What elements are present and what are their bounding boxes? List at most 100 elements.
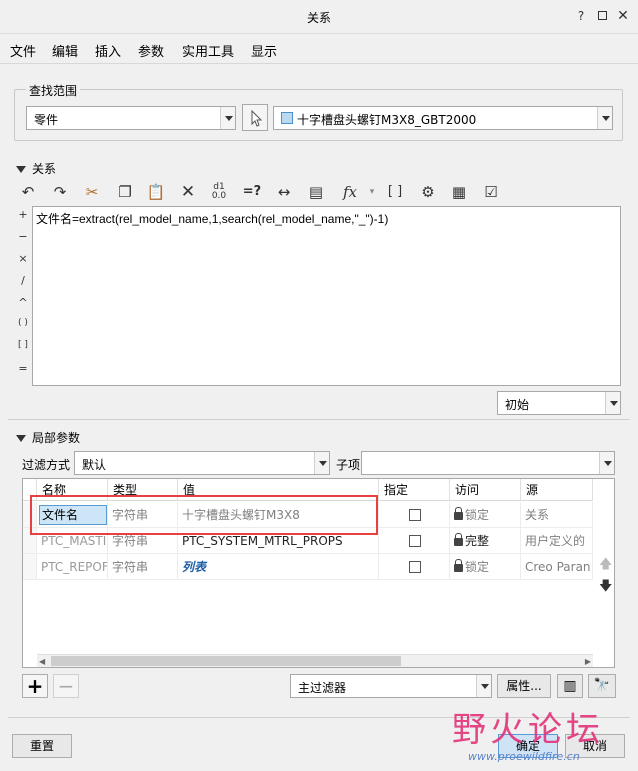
col-source[interactable]: 源: [521, 479, 593, 501]
check-icon[interactable]: ☑: [480, 182, 502, 202]
lock-icon: [454, 559, 463, 572]
measure-icon[interactable]: ↔: [273, 182, 295, 202]
op-brackets[interactable]: [ ]: [18, 340, 28, 350]
delete-icon[interactable]: ✕: [177, 182, 199, 202]
chevron-down-icon: [220, 107, 235, 129]
op-plus[interactable]: +: [18, 208, 28, 221]
designate-checkbox[interactable]: [409, 561, 421, 573]
scope-model-select[interactable]: 十字槽盘头螺钉M3X8_GBT2000: [273, 106, 613, 130]
move-down-icon[interactable]: 🡇: [599, 577, 612, 599]
verify-icon[interactable]: ⚙: [417, 182, 439, 202]
main-filter-value: 主过滤器: [298, 681, 347, 695]
col-access[interactable]: 访问: [450, 479, 521, 501]
op-parens[interactable]: ( ): [18, 318, 28, 328]
collapse-icon: [16, 166, 26, 173]
annotation-highlight-box: [30, 495, 378, 535]
binoculars-icon[interactable]: 🔭: [588, 674, 616, 698]
param-source[interactable]: Creo Paran: [521, 554, 593, 580]
menu-display[interactable]: 显示: [251, 41, 277, 60]
menu-utilities[interactable]: 实用工具: [182, 41, 234, 60]
lock-icon: [454, 507, 463, 520]
local-params-header[interactable]: 局部参数: [16, 429, 80, 446]
param-source[interactable]: 关系: [521, 502, 593, 528]
op-multiply[interactable]: ×: [18, 252, 28, 265]
select-pointer-button[interactable]: [242, 104, 268, 131]
menu-bar: 文件 编辑 插入 参数 实用工具 显示: [0, 36, 638, 62]
plus-icon: +: [26, 674, 44, 698]
op-minus[interactable]: −: [18, 230, 28, 243]
equals-icon[interactable]: =?: [241, 182, 263, 202]
watermark-logo: 野火论坛: [452, 710, 604, 750]
remove-param-button[interactable]: −: [53, 674, 79, 698]
reset-button[interactable]: 重置: [12, 734, 72, 758]
units-select[interactable]: 初始: [497, 391, 621, 415]
designate-cell: [379, 554, 450, 580]
sort-icon[interactable]: ▤: [305, 182, 327, 202]
designate-checkbox[interactable]: [409, 535, 421, 547]
relations-text: 文件名=extract(rel_model_name,1,search(rel_…: [36, 212, 389, 226]
scope-type-select[interactable]: 零件: [26, 106, 236, 130]
cursor-arrow-icon: [251, 109, 263, 127]
access-cell[interactable]: 锁定: [450, 502, 521, 528]
evaluate-icon[interactable]: d1 0.0: [208, 182, 230, 202]
subitem-select[interactable]: [361, 451, 615, 475]
properties-button[interactable]: 属性...: [497, 674, 551, 698]
menu-parameters[interactable]: 参数: [138, 41, 164, 60]
access-cell[interactable]: 锁定: [450, 554, 521, 580]
section-divider: [8, 419, 630, 420]
relations-header[interactable]: 关系: [16, 160, 56, 177]
move-up-icon[interactable]: 🡅: [599, 555, 612, 577]
cut-icon[interactable]: ✂: [81, 182, 103, 202]
help-button[interactable]: ?: [574, 9, 588, 23]
chevron-down-icon: [605, 392, 620, 414]
scope-type-value: 零件: [34, 113, 59, 127]
part-cube-icon: [281, 112, 293, 124]
undo-icon[interactable]: ↶: [17, 182, 39, 202]
horizontal-scrollbar[interactable]: ◀ ▶: [37, 654, 593, 667]
window-title: 关系: [306, 11, 331, 25]
scroll-right-icon[interactable]: ▶: [585, 657, 591, 666]
access-cell[interactable]: 完整: [450, 528, 521, 554]
op-power[interactable]: ^: [18, 296, 28, 309]
menu-edit[interactable]: 编辑: [52, 41, 78, 60]
paste-icon[interactable]: 📋: [145, 182, 167, 202]
brackets-icon[interactable]: [ ]: [384, 182, 406, 202]
maximize-icon[interactable]: [596, 9, 610, 23]
unlock-icon: [454, 533, 463, 546]
menu-insert[interactable]: 插入: [95, 41, 121, 60]
units-value: 初始: [505, 398, 530, 412]
main-filter-select[interactable]: 主过滤器: [290, 674, 492, 698]
relations-editor[interactable]: 文件名=extract(rel_model_name,1,search(rel_…: [32, 206, 621, 386]
scope-model-value: 十字槽盘头螺钉M3X8_GBT2000: [297, 113, 477, 127]
parameters-icon[interactable]: ▦: [448, 182, 470, 202]
param-value-list[interactable]: 列表: [178, 554, 379, 580]
title-bar: 关系 ? ✕: [0, 0, 638, 34]
scroll-left-icon[interactable]: ◀: [39, 657, 45, 666]
function-dropdown-icon[interactable]: ▾: [361, 182, 383, 202]
close-icon[interactable]: ✕: [616, 9, 630, 23]
param-type[interactable]: 字符串: [108, 554, 178, 580]
menu-file[interactable]: 文件: [10, 41, 36, 60]
col-designate[interactable]: 指定: [379, 479, 450, 501]
chevron-down-icon: [597, 107, 612, 129]
row-header: [23, 554, 37, 580]
watermark-url: www.proewildfire.cn: [468, 750, 580, 763]
op-divide[interactable]: /: [18, 274, 28, 287]
designate-checkbox[interactable]: [409, 509, 421, 521]
param-source[interactable]: 用户定义的: [521, 528, 593, 554]
function-icon[interactable]: fx: [339, 182, 361, 202]
scrollbar-thumb[interactable]: [51, 656, 401, 666]
designate-cell: [379, 528, 450, 554]
filter-select[interactable]: 默认: [74, 451, 330, 475]
chevron-down-icon: [476, 675, 491, 697]
param-name[interactable]: PTC_REPOF: [37, 554, 108, 580]
chevron-down-icon: [314, 452, 329, 474]
op-equals[interactable]: =: [18, 362, 28, 375]
filter-value: 默认: [82, 458, 107, 472]
table-view-icon[interactable]: ▥: [557, 674, 583, 698]
subitem-label: 子项: [336, 458, 361, 472]
add-param-button[interactable]: +: [22, 674, 48, 698]
copy-icon[interactable]: ❐: [114, 182, 136, 202]
redo-icon[interactable]: ↷: [49, 182, 71, 202]
minus-icon: −: [57, 674, 75, 698]
